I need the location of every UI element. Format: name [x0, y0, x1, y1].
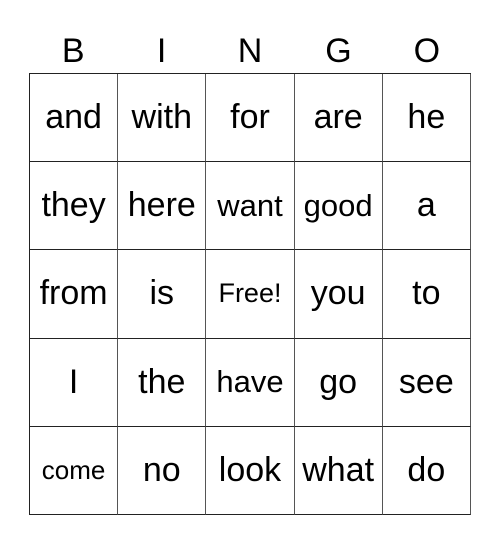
- bingo-cell[interactable]: see: [382, 338, 471, 427]
- bingo-cell[interactable]: with: [118, 74, 207, 163]
- bingo-cell[interactable]: you: [294, 250, 383, 339]
- bingo-cell[interactable]: is: [118, 250, 207, 339]
- header-letter-o: O: [413, 32, 441, 70]
- bingo-header: B I N G O: [29, 30, 471, 72]
- bingo-cell[interactable]: look: [206, 426, 295, 515]
- header-letter-g: G: [325, 32, 352, 70]
- header-letter-b: B: [61, 32, 85, 70]
- bingo-cell[interactable]: for: [206, 74, 295, 163]
- bingo-cell[interactable]: to: [382, 250, 471, 339]
- bingo-cell[interactable]: what: [294, 426, 383, 515]
- bingo-cell[interactable]: good: [294, 162, 383, 251]
- bingo-cell[interactable]: the: [118, 338, 207, 427]
- header-letter-n: N: [237, 32, 263, 70]
- bingo-cell[interactable]: he: [382, 74, 471, 163]
- bingo-cell[interactable]: come: [30, 426, 119, 515]
- bingo-cell[interactable]: have: [206, 338, 295, 427]
- bingo-cell[interactable]: a: [382, 162, 471, 251]
- bingo-cell[interactable]: I: [30, 338, 119, 427]
- bingo-cell[interactable]: want: [206, 162, 295, 251]
- bingo-cell[interactable]: are: [294, 74, 383, 163]
- bingo-cell[interactable]: do: [382, 426, 471, 515]
- bingo-cell[interactable]: go: [294, 338, 383, 427]
- bingo-cell[interactable]: from: [30, 250, 119, 339]
- bingo-cell[interactable]: no: [118, 426, 207, 515]
- bingo-cell[interactable]: here: [118, 162, 207, 251]
- bingo-cell[interactable]: and: [30, 74, 119, 163]
- bingo-cell[interactable]: they: [30, 162, 119, 251]
- free-space-cell[interactable]: Free!: [206, 250, 295, 339]
- bingo-grid: and with for are he they here want good …: [29, 73, 471, 515]
- header-letter-i: I: [156, 32, 167, 70]
